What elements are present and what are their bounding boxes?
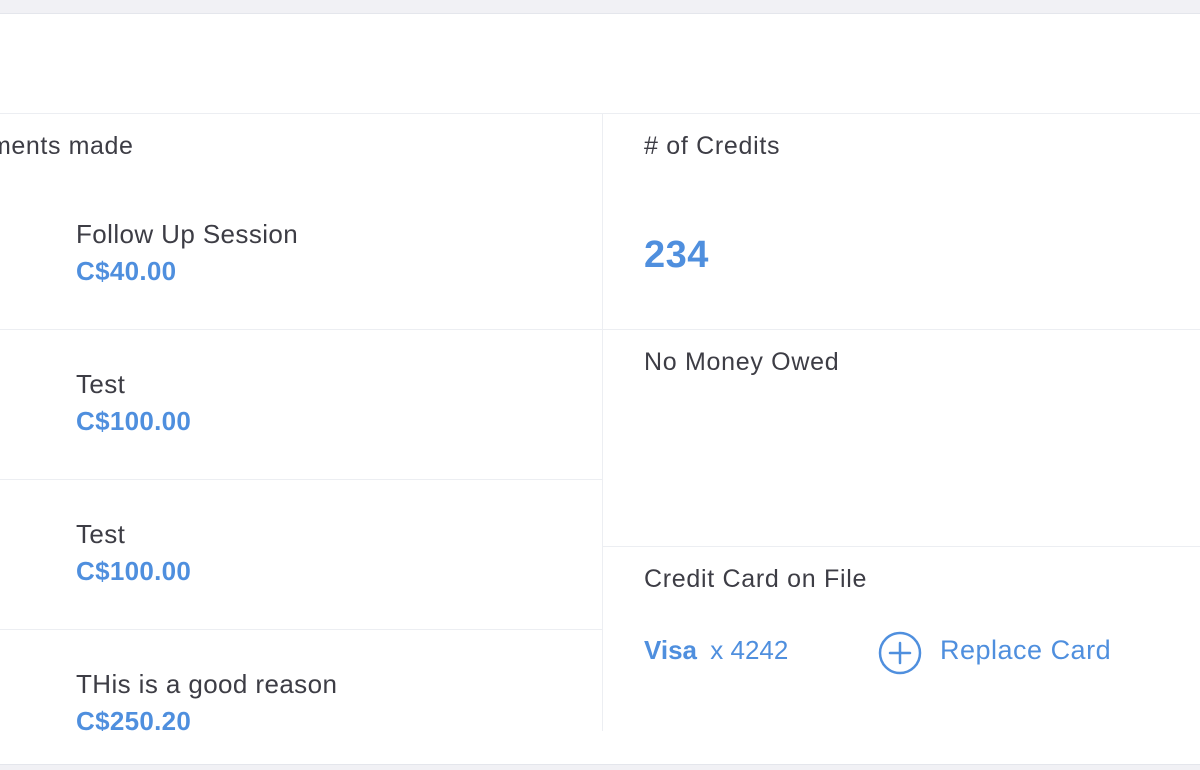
plus-circle-icon[interactable] [878, 631, 922, 675]
payment-row[interactable]: THis is a good reason C$250.20 [0, 629, 602, 731]
billing-card: s ments made Follow Up Session C$40.00 T… [0, 13, 1200, 765]
payment-row[interactable]: Test C$100.00 [0, 479, 602, 630]
payment-reason: Test [76, 519, 126, 549]
payment-amount: C$100.00 [76, 406, 192, 436]
credit-card-section: Credit Card on File Visa x 4242 Replace … [603, 547, 1200, 737]
credits-section: # of Credits 234 [603, 114, 1200, 330]
card-header: s [0, 14, 1200, 114]
payment-row[interactable]: Test C$100.00 [0, 329, 602, 480]
credit-card-label: Credit Card on File [644, 565, 868, 593]
payments-heading: ments made [0, 132, 134, 160]
payment-amount: C$250.20 [76, 706, 192, 731]
credits-value: 234 [644, 234, 709, 276]
payment-reason: Follow Up Session [76, 219, 299, 249]
card-last4: 4242 [730, 635, 789, 665]
replace-card-button[interactable]: Replace Card [878, 631, 1111, 675]
payments-column: ments made Follow Up Session C$40.00 Tes… [0, 114, 603, 731]
credits-label: # of Credits [644, 132, 781, 160]
payment-reason: THis is a good reason [76, 669, 338, 699]
replace-card-label[interactable]: Replace Card [940, 635, 1111, 666]
payment-reason: Test [76, 369, 126, 399]
card-separator: x [710, 635, 724, 665]
card-brand: Visa [644, 635, 698, 665]
account-summary-column: # of Credits 234 No Money Owed Credit Ca… [603, 114, 1200, 754]
payment-amount: C$40.00 [76, 256, 177, 286]
payment-row[interactable]: Follow Up Session C$40.00 [0, 179, 602, 330]
payment-amount: C$100.00 [76, 556, 192, 586]
card-on-file: Visa x 4242 [644, 635, 788, 666]
owed-label: No Money Owed [644, 348, 840, 376]
owed-section: No Money Owed [603, 330, 1200, 547]
